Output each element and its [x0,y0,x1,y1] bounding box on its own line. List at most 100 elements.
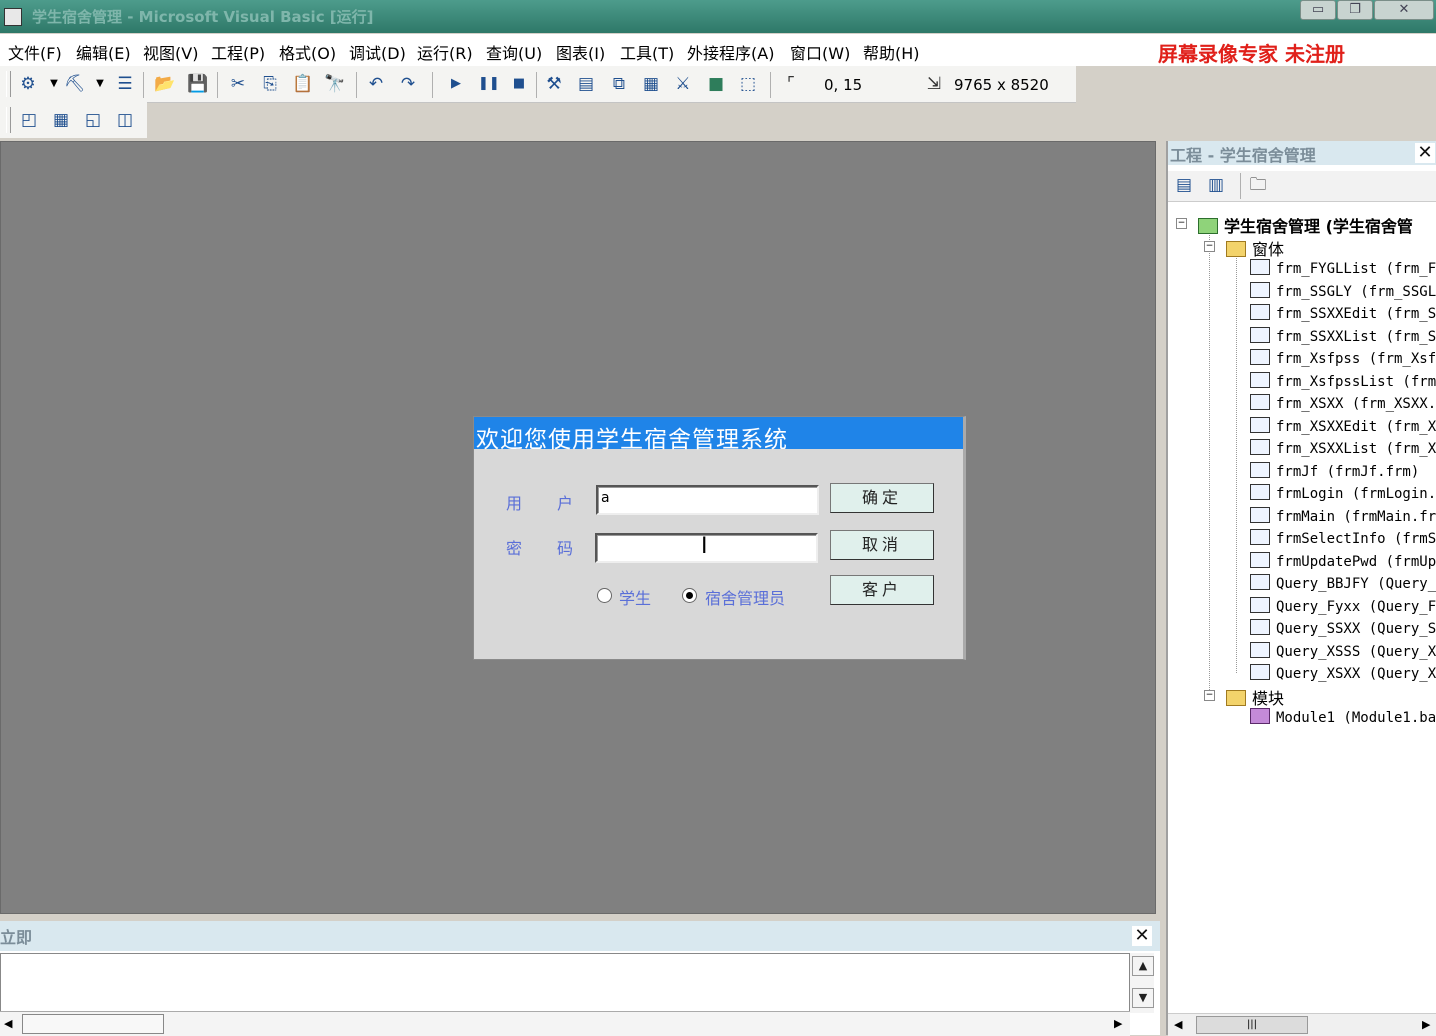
object-browser-icon[interactable]: ▦ [641,74,661,94]
menu-window[interactable]: 窗口(W) [790,40,850,64]
chevron-down-icon[interactable]: ▼ [90,74,110,94]
student-radio[interactable] [597,588,612,603]
forms-folder[interactable]: 窗体 [1226,236,1284,260]
toolbox-icon[interactable]: ⚔ [673,74,693,94]
module-icon [1250,708,1270,724]
component-manager-icon[interactable]: ⬚ [738,74,758,94]
form-layout-icon[interactable]: ⧉ [609,74,629,94]
form-item[interactable]: frm_SSGLY (frm_SSGL [1250,281,1436,300]
paste-icon[interactable]: 📋 [292,74,313,94]
scroll-up-icon[interactable]: ▲ [1132,956,1154,976]
form-item[interactable]: frmSelectInfo (frmS [1250,529,1436,547]
form-item[interactable]: Query_Fyxx (Query_F [1250,596,1436,615]
form-item[interactable]: frm_XsfpssList (frm [1250,371,1436,390]
redo-icon[interactable]: ↷ [398,74,418,94]
form-item[interactable]: frmUpdatePwd (frmUp [1250,551,1436,570]
close-button[interactable]: ✕ [1374,0,1434,20]
form-item[interactable]: Query_XSSS (Query_X [1250,641,1436,660]
menu-addins[interactable]: 外接程序(A) [687,40,774,64]
form-item[interactable]: frm_SSXXEdit (frm_S [1250,304,1436,322]
view-code-icon[interactable]: ▤ [1174,175,1194,195]
menu-run[interactable]: 运行(R) [417,40,473,64]
copy-icon[interactable]: ⎘ [260,74,280,94]
horizontal-scrollbar[interactable]: ◀ ▶ [0,1011,1130,1036]
module-item[interactable]: Module1 (Module1.ba [1250,708,1436,726]
menu-editor-icon[interactable]: ☰ [115,74,135,94]
menu-project[interactable]: 工程(P) [211,40,265,64]
add-project-icon[interactable]: ⚙ [18,74,38,94]
username-field[interactable]: a [596,485,819,515]
form-item[interactable]: Query_SSXX (Query_S [1250,619,1436,637]
chevron-down-icon[interactable]: ▼ [44,74,64,94]
project-explorer-icon[interactable]: ⚒ [544,74,564,94]
client-button[interactable]: 客户 [830,575,934,605]
menu-view[interactable]: 视图(V) [143,40,198,64]
form-item[interactable]: Query_BBJFY (Query_ [1250,574,1436,592]
scroll-left-icon[interactable]: ◀ [1174,1018,1182,1031]
menu-format[interactable]: 格式(O) [279,40,336,64]
restore-button[interactable]: ❐ [1337,0,1373,20]
run-icon[interactable]: ▶ [446,74,466,94]
collapse-icon[interactable]: − [1176,218,1187,229]
student-radio-label[interactable]: 学生 [619,585,651,609]
minimize-button[interactable]: ▭ [1300,0,1336,20]
menu-debug[interactable]: 调试(D) [349,40,406,64]
properties-window-icon[interactable]: ▤ [576,74,596,94]
save-icon[interactable]: 💾 [187,74,208,94]
form-item[interactable]: frm_Xsfpss (frm_Xsf [1250,349,1436,367]
cut-icon[interactable]: ✂ [228,74,248,94]
form-item[interactable]: frm_XSXXList (frm_X [1250,439,1436,457]
immediate-input[interactable] [0,953,1130,1013]
toolbar-grip[interactable] [6,71,11,97]
horizontal-scrollbar[interactable]: ◀ ||| ▶ [1168,1013,1436,1036]
dialog-title-bar[interactable]: 欢迎您使用学生宿舍管理系统 [474,417,963,453]
undo-icon[interactable]: ↶ [366,74,386,94]
menu-diagram[interactable]: 图表(I) [556,40,605,64]
menu-help[interactable]: 帮助(H) [863,40,920,64]
scroll-right-icon[interactable]: ▶ [1422,1018,1430,1031]
form-item[interactable]: Query_XSXX (Query_X [1250,664,1436,682]
vb-app-icon[interactable] [4,8,22,26]
ok-button[interactable]: 确定 [830,483,934,513]
menu-edit[interactable]: 编辑(E) [76,40,131,64]
form-item[interactable]: frm_XSXXEdit (frm_X [1250,416,1436,435]
form-item[interactable]: frm_XSXX (frm_XSXX. [1250,394,1436,412]
menu-tools[interactable]: 工具(T) [620,40,674,64]
find-icon[interactable]: 🔭 [324,74,345,94]
menu-file[interactable]: 文件(F) [8,40,62,64]
admin-radio[interactable] [682,588,697,603]
close-icon[interactable]: ✕ [1132,926,1152,946]
collapse-icon[interactable]: − [1204,690,1215,701]
scroll-thumb[interactable]: ||| [1196,1016,1308,1034]
data-view-icon[interactable]: ■ [706,74,726,94]
form-item[interactable]: frmLogin (frmLogin. [1250,484,1436,502]
bring-to-front-icon[interactable]: ◰ [19,110,39,130]
modules-folder[interactable]: 模块 [1226,685,1284,709]
scroll-thumb[interactable] [22,1014,164,1034]
form-item[interactable]: frm_SSXXList (frm_S [1250,326,1436,345]
admin-radio-label[interactable]: 宿舍管理员 [705,585,785,609]
project-root[interactable]: 学生宿舍管理 (学生宿舍管 [1198,213,1413,237]
toggle-folders-icon[interactable]: 🗀 [1248,175,1268,195]
cancel-button[interactable]: 取消 [830,530,934,560]
scroll-left-icon[interactable]: ◀ [4,1017,12,1030]
stop-icon[interactable]: ■ [509,74,529,94]
password-field[interactable]: I [595,533,818,563]
collapse-icon[interactable]: − [1204,241,1215,252]
send-to-back-icon[interactable]: ◱ [83,110,103,130]
form-item[interactable]: frmMain (frmMain.fr [1250,506,1436,525]
center-icon[interactable]: ◫ [115,110,135,130]
view-object-icon[interactable]: ▥ [1206,175,1226,195]
scroll-down-icon[interactable]: ▼ [1132,988,1154,1008]
form-item[interactable]: frm_FYGLList (frm_F [1250,259,1436,277]
align-grid-icon[interactable]: ▦ [51,110,71,130]
pause-icon[interactable]: ❚❚ [478,74,500,94]
close-icon[interactable]: ✕ [1415,143,1435,163]
scroll-right-icon[interactable]: ▶ [1114,1017,1122,1030]
vertical-scrollbar[interactable]: ▲ ▼ [1130,953,1154,1013]
form-item[interactable]: frmJf (frmJf.frm) [1250,461,1419,480]
add-form-icon[interactable]: ⛏ [64,74,86,94]
toolbar-grip[interactable] [6,107,11,133]
menu-query[interactable]: 查询(U) [486,40,542,64]
open-folder-icon[interactable]: 📂 [154,74,175,94]
